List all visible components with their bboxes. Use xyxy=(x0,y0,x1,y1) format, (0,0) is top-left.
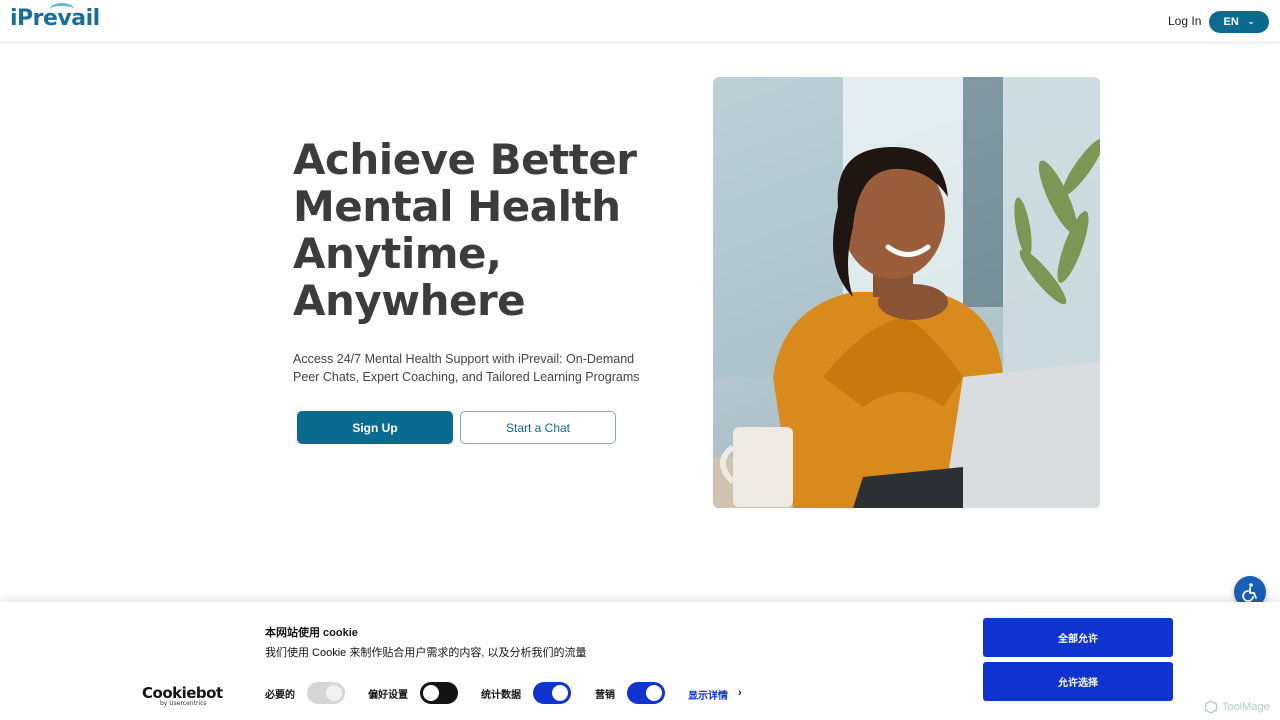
show-details-link[interactable]: 显示详情 › xyxy=(688,687,742,702)
toggle-necessary: 必要的 xyxy=(265,682,345,704)
site-header: iPrevail Log In EN ⌄ xyxy=(0,0,1280,43)
preferences-switch[interactable] xyxy=(420,682,458,704)
toggle-statistics: 统计数据 xyxy=(481,682,571,704)
toggle-label: 偏好设置 xyxy=(368,689,408,701)
logo-swoosh-icon xyxy=(50,3,74,15)
switch-knob xyxy=(326,685,342,701)
switch-knob xyxy=(552,685,568,701)
allow-all-button[interactable]: 全部允许 xyxy=(983,618,1173,657)
toggle-label: 统计数据 xyxy=(481,689,521,701)
chevron-down-icon: ⌄ xyxy=(1247,16,1255,26)
wheelchair-icon xyxy=(1242,583,1257,602)
watermark: ToolMage xyxy=(1204,700,1270,714)
switch-knob xyxy=(423,685,439,701)
login-link[interactable]: Log In xyxy=(1168,14,1201,28)
hero-title-line: Anytime, xyxy=(293,229,502,278)
hero-title-line: Mental Health xyxy=(293,182,621,231)
marketing-switch[interactable] xyxy=(627,682,665,704)
sign-up-button[interactable]: Sign Up xyxy=(297,411,453,444)
show-details-label: 显示详情 xyxy=(688,691,728,702)
hero-subtitle: Access 24/7 Mental Health Support with i… xyxy=(293,352,640,384)
toggle-label: 营销 xyxy=(595,689,615,701)
woman-at-laptop-illustration xyxy=(713,77,1100,508)
hexagon-icon xyxy=(1204,700,1218,714)
necessary-switch xyxy=(307,682,345,704)
hero-photo xyxy=(713,77,1100,508)
switch-knob xyxy=(646,685,662,701)
toggle-preferences: 偏好设置 xyxy=(368,682,458,704)
watermark-text: ToolMage xyxy=(1222,701,1270,713)
hero-title-line: Anywhere xyxy=(293,276,526,325)
iprevail-logo[interactable]: iPrevail xyxy=(10,3,100,31)
hero-title-line: Achieve Better xyxy=(293,135,637,184)
toggle-label: 必要的 xyxy=(265,689,295,701)
cookie-description: 我们使用 Cookie 来制作贴合用户需求的内容, 以及分析我们的流量 xyxy=(265,647,587,659)
cookiebot-logo: Cookiebot by Usercentrics xyxy=(142,684,223,707)
language-label: EN xyxy=(1223,16,1239,28)
language-selector[interactable]: EN ⌄ xyxy=(1209,11,1269,33)
chevron-right-icon: › xyxy=(738,687,742,699)
cookiebot-logo-subtext: by Usercentrics xyxy=(160,700,207,707)
statistics-switch[interactable] xyxy=(533,682,571,704)
allow-selection-button[interactable]: 允许选择 xyxy=(983,662,1173,701)
toggle-marketing: 营销 xyxy=(595,682,665,704)
cookie-consent-banner: Cookiebot by Usercentrics 本网站使用 cookie 我… xyxy=(0,602,1280,720)
hero-title: Achieve Better Mental Health Anytime, An… xyxy=(293,136,673,324)
start-chat-button[interactable]: Start a Chat xyxy=(460,411,616,444)
cookie-title: 本网站使用 cookie xyxy=(265,627,358,639)
